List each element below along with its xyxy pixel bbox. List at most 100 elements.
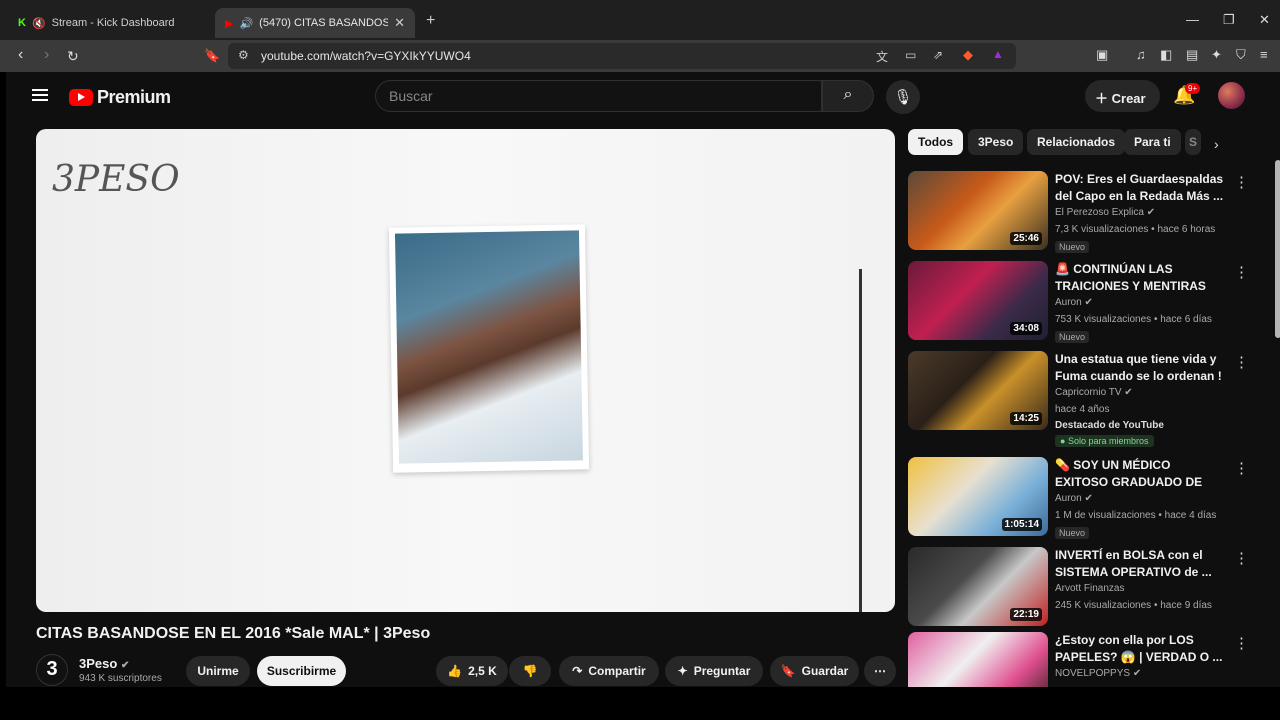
account-avatar[interactable]: [1218, 82, 1245, 109]
recommendation-channel[interactable]: Capricornio TV ✔: [1055, 387, 1133, 398]
restore-icon[interactable]: ❐: [1223, 12, 1235, 28]
reader-icon[interactable]: ▣: [1096, 47, 1108, 63]
recommendation-title[interactable]: 🚨 CONTINÚAN LAS TRAICIONES Y MENTIRAS EN…: [1055, 261, 1225, 295]
subscribe-button[interactable]: Suscribirme: [257, 656, 346, 686]
video-thumbnail[interactable]: 1:05:14: [908, 457, 1048, 536]
more-vert-icon[interactable]: ⋮: [1234, 549, 1249, 567]
brave-shield-icon[interactable]: ◆: [963, 47, 973, 63]
more-actions-button[interactable]: ⋯: [864, 656, 896, 686]
chevron-right-icon[interactable]: ›: [1214, 136, 1219, 152]
translate-icon[interactable]: 文: [876, 48, 888, 65]
video-thumbnail[interactable]: [908, 632, 1048, 687]
chip-relacionados[interactable]: Relacionados: [1027, 129, 1126, 155]
channel-avatar[interactable]: 3: [36, 654, 68, 686]
recommendation-item[interactable]: 34:08 🚨 CONTINÚAN LAS TRAICIONES Y MENTI…: [908, 261, 1268, 343]
guide-menu-icon[interactable]: [32, 89, 48, 101]
recommendation-item[interactable]: 14:25 Una estatua que tiene vida y Fuma …: [908, 351, 1268, 447]
menu-icon[interactable]: ≡: [1260, 47, 1268, 62]
site-settings-icon[interactable]: ⚙: [238, 48, 249, 62]
recommendation-title[interactable]: INVERTÍ en BOLSA con el SISTEMA OPERATIV…: [1055, 547, 1225, 581]
address-bar[interactable]: ⚙ youtube.com/watch?v=GYXIkYYUWO4 文 ▭ ⇗ …: [228, 43, 1016, 69]
channel-name[interactable]: 3Peso ✔: [79, 656, 129, 671]
channel-watermark: 3PESO: [52, 159, 180, 200]
recommendation-item[interactable]: 1:05:14 💊 SOY UN MÉDICO EXITOSO GRADUADO…: [908, 457, 1268, 539]
verified-icon: ✔: [1084, 493, 1093, 504]
more-vert-icon[interactable]: ⋮: [1234, 263, 1249, 281]
video-player[interactable]: 3PESO: [36, 129, 895, 612]
tab-label: Stream - Kick Dashboard: [51, 17, 175, 29]
search-button[interactable]: ⌕: [822, 80, 874, 112]
search-input[interactable]: Buscar: [375, 80, 822, 112]
ask-button[interactable]: ✦ Preguntar: [665, 656, 763, 686]
bookmark-icon[interactable]: 🔖: [204, 48, 220, 64]
recommendation-channel[interactable]: Arvott Finanzas: [1055, 583, 1124, 594]
recommendation-title[interactable]: POV: Eres el Guardaespaldas del Capo en …: [1055, 171, 1225, 205]
tab-youtube[interactable]: ▶ 🔊 (5470) CITAS BASANDOSE EN ✕: [215, 8, 415, 38]
close-tab-icon[interactable]: ✕: [394, 15, 405, 31]
cast-icon[interactable]: ▭: [905, 48, 916, 62]
url-text: youtube.com/watch?v=GYXIkYYUWO4: [261, 49, 471, 63]
reload-icon[interactable]: ↻: [67, 48, 79, 65]
recommendation-item[interactable]: 25:46 POV: Eres el Guardaespaldas del Ca…: [908, 171, 1268, 253]
minimize-icon[interactable]: —: [1186, 12, 1199, 27]
recommendation-title[interactable]: Una estatua que tiene vida y Fuma cuando…: [1055, 351, 1225, 385]
recommendation-channel[interactable]: NOVELPOPPYS ✔: [1055, 668, 1141, 679]
share-icon[interactable]: ⇗: [933, 48, 943, 62]
recommendation-title[interactable]: ¿Estoy con ella por LOS PAPELES? 😱 | VER…: [1055, 632, 1225, 666]
brave-rewards-icon[interactable]: ▲: [992, 47, 1004, 61]
vpn-icon[interactable]: ⛉: [1236, 47, 1246, 63]
verified-icon: ✔: [1084, 297, 1093, 308]
more-vert-icon[interactable]: ⋮: [1234, 634, 1249, 652]
wallet-icon[interactable]: ▤: [1186, 47, 1198, 63]
recommendation-channel[interactable]: El Perezoso Explica ✔: [1055, 207, 1155, 218]
dislike-button[interactable]: 👎: [509, 656, 551, 686]
channel-text: Capricornio TV: [1055, 387, 1122, 398]
close-window-icon[interactable]: ✕: [1259, 12, 1270, 28]
youtube-page: Premium Buscar ⌕ 🎙 ＋ Crear 🔔 9+ 3PESO CI…: [6, 72, 1280, 687]
members-only-badge: ● Solo para miembros: [1055, 435, 1154, 447]
join-button[interactable]: Unirme: [186, 656, 250, 686]
search-placeholder: Buscar: [389, 88, 433, 104]
new-tab-button[interactable]: +: [426, 12, 435, 30]
save-label: Guardar: [801, 664, 849, 678]
save-playlist-icon: 🔖: [780, 664, 796, 678]
verified-icon: ✔: [1146, 207, 1156, 218]
search-icon: ⌕: [843, 86, 853, 103]
recommendation-item[interactable]: 22:19 INVERTÍ en BOLSA con el SISTEMA OP…: [908, 547, 1268, 627]
chip-todos[interactable]: Todos: [908, 129, 964, 155]
youtube-favicon-icon: ▶: [225, 17, 234, 30]
recommendation-title[interactable]: 💊 SOY UN MÉDICO EXITOSO GRADUADO DE HARV…: [1055, 457, 1225, 491]
youtube-premium-logo[interactable]: Premium: [69, 87, 171, 108]
page-scrollbar-thumb[interactable]: [1275, 160, 1280, 338]
share-button[interactable]: ↷ Compartir: [559, 656, 659, 686]
media-icon[interactable]: ♫: [1136, 47, 1146, 62]
thumbs-up-icon: 👍: [447, 664, 463, 678]
back-icon[interactable]: ‹: [18, 46, 23, 64]
save-button[interactable]: 🔖 Guardar: [770, 656, 859, 686]
video-thumbnail[interactable]: 22:19: [908, 547, 1048, 626]
chip-3peso[interactable]: 3Peso: [968, 129, 1024, 155]
leo-icon[interactable]: ✦: [1211, 47, 1222, 63]
tab-kick-dashboard[interactable]: K 🔇 Stream - Kick Dashboard: [8, 8, 208, 38]
video-thumbnail[interactable]: 14:25: [908, 351, 1048, 430]
more-vert-icon[interactable]: ⋮: [1234, 459, 1249, 477]
recommendation-item[interactable]: ¿Estoy con ella por LOS PAPELES? 😱 | VER…: [908, 632, 1268, 687]
forward-icon[interactable]: ›: [44, 46, 49, 64]
featured-label: Destacado de YouTube: [1055, 420, 1164, 431]
new-badge: Nuevo: [1055, 331, 1090, 343]
microphone-icon: 🎙: [893, 89, 913, 106]
like-button[interactable]: 👍 2,5 K: [436, 656, 508, 686]
new-badge: Nuevo: [1055, 527, 1090, 539]
sidebar-icon[interactable]: ◧: [1160, 47, 1172, 63]
video-thumbnail[interactable]: 34:08: [908, 261, 1048, 340]
recommendation-channel[interactable]: Auron ✔: [1055, 493, 1093, 504]
logo-text: Premium: [97, 87, 171, 107]
chip-para-ti[interactable]: Para ti: [1124, 129, 1181, 155]
video-thumbnail[interactable]: 25:46: [908, 171, 1048, 250]
more-vert-icon[interactable]: ⋮: [1234, 353, 1249, 371]
recommendation-channel[interactable]: Auron ✔: [1055, 297, 1093, 308]
create-button[interactable]: ＋ Crear: [1085, 80, 1160, 112]
more-vert-icon[interactable]: ⋮: [1234, 173, 1249, 191]
chip-more[interactable]: S: [1185, 129, 1201, 155]
voice-search-button[interactable]: 🎙: [886, 80, 920, 114]
